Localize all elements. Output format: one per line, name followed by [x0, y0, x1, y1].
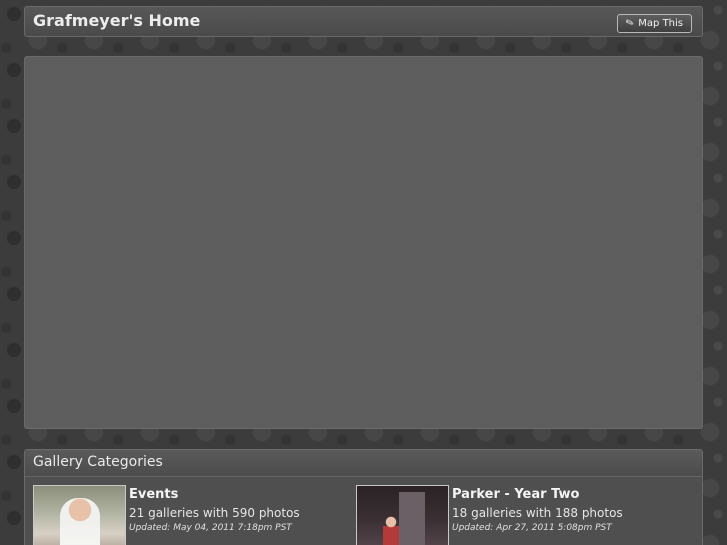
category-parker-year-two[interactable]: Parker - Year Two 18 galleries with 188 … — [356, 485, 623, 545]
gallery-categories-title: Gallery Categories — [33, 454, 163, 470]
gallery-categories-header: Gallery Categories — [25, 450, 702, 477]
category-updated: Updated: May 04, 2011 7:18pm PST — [129, 523, 292, 533]
gallery-categories-panel: Gallery Categories Events 21 galleries w… — [24, 449, 703, 545]
category-thumbnail-parker[interactable] — [356, 485, 449, 545]
thumbnail-photo-content — [383, 516, 399, 545]
map-this-button[interactable]: ✎ Map This — [616, 14, 692, 33]
map-area[interactable] — [24, 56, 703, 429]
map-this-label: Map This — [638, 18, 683, 29]
category-thumbnail-events[interactable] — [33, 485, 126, 545]
category-name-link[interactable]: Parker - Year Two — [452, 487, 623, 502]
category-count: 18 galleries with 188 photos — [452, 506, 623, 520]
thumbnail-photo-content — [399, 492, 425, 545]
category-updated: Updated: Apr 27, 2011 5:08pm PST — [452, 523, 612, 533]
category-info: Parker - Year Two 18 galleries with 188 … — [452, 485, 623, 545]
pin-icon: ✎ — [624, 16, 636, 31]
category-count: 21 galleries with 590 photos — [129, 506, 300, 520]
category-name-link[interactable]: Events — [129, 487, 300, 502]
category-info: Events 21 galleries with 590 photos Upda… — [129, 485, 300, 545]
category-events[interactable]: Events 21 galleries with 590 photos Upda… — [33, 485, 300, 545]
header-bar: Grafmeyer's Home ✎ Map This — [24, 6, 703, 37]
site-title: Grafmeyer's Home — [33, 11, 201, 30]
thumbnail-photo-content — [60, 498, 100, 545]
